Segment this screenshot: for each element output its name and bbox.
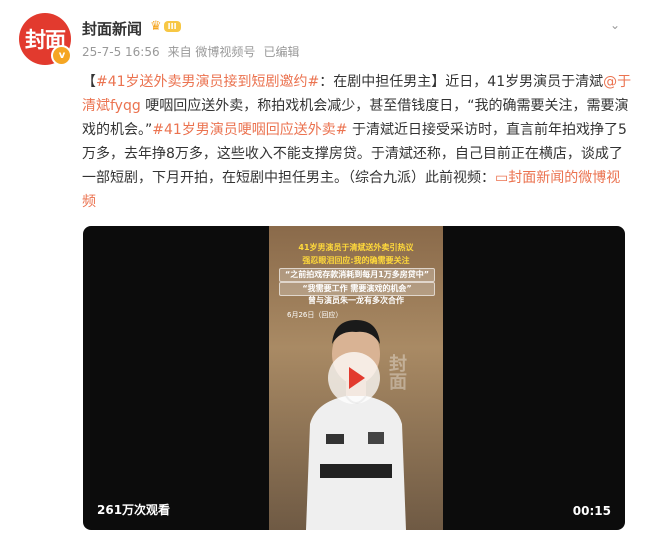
video-caption: 41岁男演员于清斌送外卖引热议 — [298, 243, 414, 252]
view-count: 261万次观看 — [97, 503, 171, 517]
crown-icon: ♛ — [150, 19, 162, 34]
bracket-open: 【 — [82, 74, 96, 90]
video-caption: “我需要工作 需要演戏的机会” — [279, 282, 435, 296]
avatar[interactable]: 封面 v — [19, 13, 72, 66]
chevron-down-icon[interactable]: ⌄ — [610, 18, 620, 32]
video-player[interactable]: 41岁男演员于清斌送外卖引热议 强忍眼泪回应:我的确需要关注 “之前拍戏存款消耗… — [83, 226, 625, 530]
level-badge: III — [163, 21, 181, 32]
hashtag-link[interactable]: #41岁男演员哽咽回应送外卖# — [152, 122, 347, 138]
video-caption: 曾与演员朱一龙有多次合作 — [308, 296, 404, 305]
video-duration: 00:15 — [572, 504, 611, 518]
video-caption: 强忍眼泪回应:我的确需要关注 — [302, 256, 410, 265]
video-watermark: 封面 — [386, 354, 407, 390]
edited-label[interactable]: 已编辑 — [263, 45, 299, 59]
weibo-post-card: 封面 v 封面新闻 ♛ III 25-7-5 16:56 来自 微博视频号 已编辑 … — [0, 0, 645, 540]
member-badge[interactable]: ♛ III — [150, 19, 181, 34]
post-date[interactable]: 25-7-5 16:56 — [82, 45, 160, 59]
account-name[interactable]: 封面新闻 — [82, 18, 142, 39]
play-icon[interactable] — [328, 352, 380, 404]
post-source: 来自 微博视频号 — [167, 45, 256, 59]
post-text-segment: ：在剧中担任男主】近日，41岁男演员于清斌 — [319, 74, 604, 90]
video-link-icon: ▭ — [495, 170, 509, 186]
post-text: 【#41岁送外卖男演员接到短剧邀约#：在剧中担任男主】近日，41岁男演员于清斌@… — [82, 70, 634, 214]
person-figure — [306, 320, 406, 530]
post-meta: 25-7-5 16:56 来自 微博视频号 已编辑 — [82, 43, 307, 60]
hashtag-link[interactable]: #41岁送外卖男演员接到短剧邀约# — [96, 74, 319, 90]
video-caption: “之前拍戏存款消耗到每月1万多房贷中” — [279, 268, 435, 282]
verified-badge-icon: v — [51, 45, 72, 66]
